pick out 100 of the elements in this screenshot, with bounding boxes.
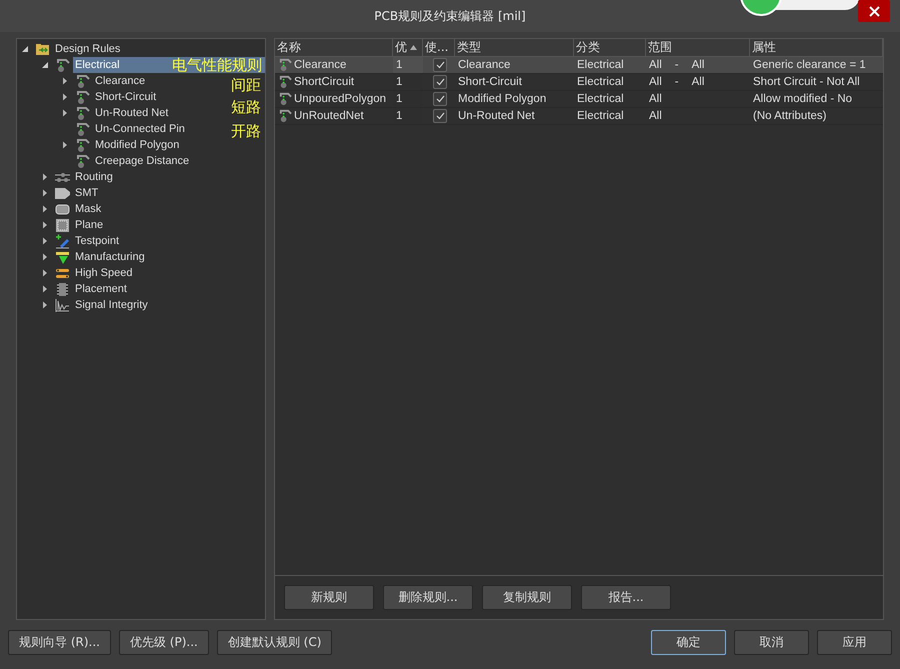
sort-up-icon (410, 45, 417, 50)
enabled-checkbox[interactable] (433, 92, 447, 106)
action-button[interactable]: 报告... (581, 585, 671, 610)
collapsed-arrow-icon[interactable] (41, 221, 49, 229)
type-cell-text: Short-Circuit (458, 75, 522, 90)
attributes-cell-text: Generic clearance = 1 (753, 58, 866, 73)
rule-name[interactable]: UnRoutedNet (294, 108, 364, 124)
category-cell-text: Electrical (577, 75, 624, 90)
type-cell-text: Modified Polygon (458, 92, 546, 107)
attributes-cell-text: (No Attributes) (753, 109, 826, 124)
plane-icon (55, 218, 70, 232)
collapsed-arrow-icon[interactable] (61, 77, 69, 85)
collapsed-arrow-icon[interactable] (41, 269, 49, 277)
dialog-button[interactable]: 确定 (651, 630, 726, 655)
rule-icon (278, 58, 292, 72)
collapsed-arrow-icon[interactable] (41, 173, 49, 181)
expanded-arrow-icon[interactable] (41, 61, 49, 69)
tree-item[interactable]: Un-Connected Pin (93, 121, 187, 137)
collapsed-arrow-icon[interactable] (41, 253, 49, 261)
collapsed-arrow-icon[interactable] (41, 237, 49, 245)
folder-icon (35, 42, 50, 56)
tree-item[interactable]: Signal Integrity (73, 297, 150, 313)
collapsed-arrow-icon[interactable] (61, 93, 69, 101)
collapsed-arrow-icon[interactable] (61, 109, 69, 117)
priority-cell-text: 1 (396, 92, 402, 107)
tree-item[interactable]: Mask (73, 201, 104, 217)
collapsed-arrow-icon[interactable] (41, 301, 49, 309)
column-header[interactable]: 类型 (455, 39, 574, 57)
type-cell-text: Clearance (458, 58, 510, 73)
enabled-checkbox[interactable] (433, 75, 447, 89)
dialog-button[interactable]: 应用 (817, 630, 892, 655)
priority-cell-text: 1 (396, 109, 402, 124)
category-cell-text: Electrical (577, 92, 624, 107)
scope-text: All (649, 58, 662, 73)
rule-icon (278, 92, 292, 106)
tree-item[interactable]: Testpoint (73, 233, 122, 249)
close-icon (868, 6, 880, 16)
tree-item[interactable]: Routing (73, 169, 115, 185)
column-header[interactable]: 优 (393, 39, 423, 57)
rule-icon (75, 74, 90, 88)
column-header[interactable]: 范围 (646, 39, 750, 57)
collapsed-arrow-icon[interactable] (41, 285, 49, 293)
category-cell-text: Electrical (577, 58, 624, 73)
tree-item[interactable]: Modified Polygon (93, 137, 182, 153)
rule-name[interactable]: UnpouredPolygon (294, 91, 386, 107)
action-button[interactable]: 新规则 (284, 585, 374, 610)
scope-text: - (674, 58, 679, 73)
attributes-cell-text: Allow modified - No (753, 92, 852, 107)
tree-item[interactable]: Manufacturing (73, 249, 147, 265)
category-cell-text: Electrical (577, 109, 624, 124)
rule-icon (75, 106, 90, 120)
tree-item[interactable]: Short-Circuit (93, 89, 158, 105)
scope-text: All (692, 58, 704, 73)
dialog-button[interactable]: 创建默认规则 (C) (216, 630, 332, 655)
column-header[interactable]: 名称 (275, 39, 393, 57)
smt-icon (55, 186, 70, 200)
collapsed-arrow-icon[interactable] (61, 141, 69, 149)
tree-item[interactable]: Clearance (93, 73, 148, 89)
collapsed-arrow-icon[interactable] (41, 189, 49, 197)
annotation-text: 间距 (231, 76, 261, 94)
dialog-button[interactable]: 规则向导 (R)... (8, 630, 111, 655)
expanded-arrow-icon[interactable] (21, 45, 29, 53)
dialog-button[interactable]: 优先级 (P)... (118, 630, 209, 655)
annotation-text: 开路 (231, 122, 261, 140)
tree-item[interactable]: Placement (73, 281, 129, 297)
tree-item[interactable]: Creepage Distance (93, 153, 192, 169)
column-header[interactable]: 分类 (574, 39, 646, 57)
scope-text: All (649, 92, 662, 107)
column-header[interactable]: 属性 (750, 39, 883, 57)
type-cell-text: Un-Routed Net (458, 109, 535, 124)
waveform-icon (55, 298, 70, 312)
action-button[interactable]: 删除规则... (383, 585, 473, 610)
tree-item[interactable]: High Speed (73, 265, 134, 281)
column-header[interactable]: 使... (423, 39, 455, 57)
rule-name[interactable]: ShortCircuit (294, 74, 354, 90)
scope-text: All (692, 75, 704, 90)
rule-icon (75, 90, 90, 104)
close-button[interactable] (858, 0, 890, 22)
mask-icon (55, 202, 70, 216)
scope-text: All (649, 75, 662, 90)
annotation-text: 短路 (231, 98, 261, 116)
scope-text: All (649, 109, 662, 124)
enabled-checkbox[interactable] (433, 109, 447, 123)
priority-cell-text: 1 (396, 75, 402, 90)
triangle-icon (55, 250, 70, 264)
rule-icon (75, 154, 90, 168)
annotation-text: 电气性能规则 (172, 56, 262, 74)
chip-icon (55, 282, 70, 296)
tree-item[interactable]: Plane (73, 217, 106, 233)
attributes-cell-text: Short Circuit - Not All (753, 75, 860, 90)
tree-item[interactable]: SMT (73, 185, 100, 201)
collapsed-arrow-icon[interactable] (41, 205, 49, 213)
testpoint-icon (55, 234, 70, 248)
enabled-checkbox[interactable] (433, 58, 447, 72)
rule-icon (278, 109, 292, 123)
priority-cell-text: 1 (396, 58, 402, 73)
tree-item[interactable]: Un-Routed Net (93, 105, 170, 121)
tree-item[interactable]: Design Rules (53, 41, 122, 57)
dialog-button[interactable]: 取消 (734, 630, 809, 655)
action-button[interactable]: 复制规则 (482, 585, 572, 610)
